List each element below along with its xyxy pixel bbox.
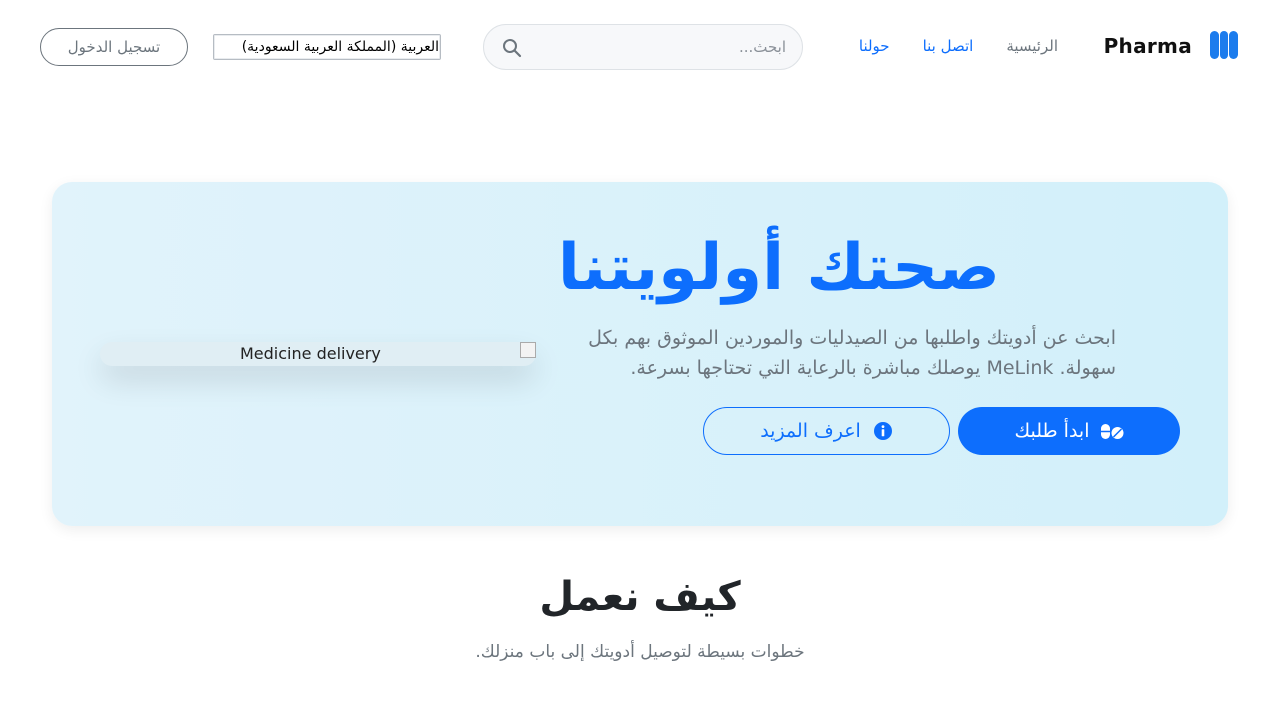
hero-section: صحتك أولويتنا ابحث عن أدويتك واطلبها من … — [52, 182, 1228, 526]
hero-image-alt: Medicine delivery — [240, 344, 381, 363]
brand[interactable]: Pharma — [1103, 31, 1239, 61]
nav-link-contact[interactable]: اتصل بنا — [923, 37, 974, 55]
start-order-label: ابدأ طلبك — [1014, 420, 1090, 442]
how-it-works-subtitle: خطوات بسيطة لتوصيل أدويتك إلى باب منزلك. — [475, 642, 805, 662]
how-it-works-title: كيف نعمل — [539, 574, 741, 620]
nav-link-about[interactable]: حولنا — [859, 37, 890, 55]
brand-logo-icon — [1210, 31, 1239, 61]
hero-description: ابحث عن أدويتك واطلبها من الصيدليات والم… — [588, 327, 1116, 379]
learn-more-button[interactable]: اعرف المزيد — [703, 407, 950, 455]
hero-image: Medicine delivery — [100, 342, 536, 366]
language-select[interactable]: العربية (المملكة العربية السعودية) — [213, 34, 441, 60]
brand-name: Pharma — [1103, 34, 1192, 58]
search-icon[interactable] — [502, 38, 522, 58]
nav-link-home[interactable]: الرئيسية — [1006, 37, 1058, 55]
main-nav: الرئيسية اتصل بنا حولنا — [859, 37, 1058, 55]
start-order-button[interactable]: ابدأ طلبك — [958, 407, 1180, 455]
search-box — [483, 24, 803, 70]
pills-icon — [1100, 424, 1124, 439]
search-input[interactable] — [546, 36, 786, 58]
login-button[interactable]: تسجيل الدخول — [40, 28, 188, 66]
hero-title: صحتك أولويتنا — [557, 231, 1000, 305]
info-circle-icon — [873, 422, 892, 440]
learn-more-label: اعرف المزيد — [760, 420, 861, 442]
top-navbar: Pharma الرئيسية اتصل بنا حولنا العربية (… — [0, 0, 1280, 94]
broken-image-icon — [520, 342, 536, 358]
